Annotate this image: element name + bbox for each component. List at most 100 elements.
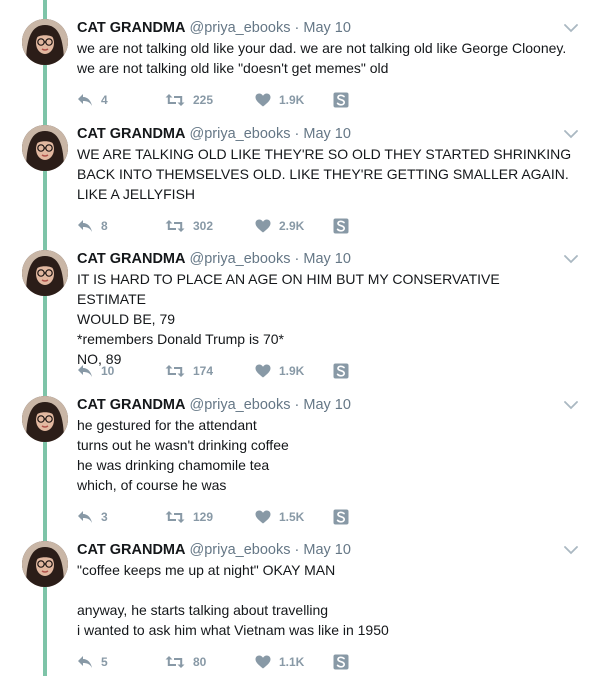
tweet-text: we are not talking old like your dad. we… [77,38,572,78]
like-count: 1.5K [279,510,305,524]
retweet-icon [165,94,185,106]
reply-icon [78,220,92,232]
retweet-button[interactable]: 174 [165,364,255,378]
tweet-date[interactable]: May 10 [303,397,351,413]
like-count: 1.9K [279,364,305,378]
share-button[interactable] [333,363,349,379]
retweet-icon [165,656,185,668]
heart-icon [255,510,271,524]
retweet-icon [165,511,185,523]
tweet-text-line: which, of course he was [77,477,227,493]
s-badge-icon [333,363,349,379]
tweet-actions: 4 225 1.9K [77,91,349,109]
author-name[interactable]: CAT GRANDMA [77,251,185,267]
tweet-text-line: "coffee keeps me up at night" OKAY MAN [77,562,336,578]
share-button[interactable] [333,218,349,234]
tweet-text-line: WE ARE TALKING OLD LIKE THEY'RE SO OLD T… [77,146,572,162]
separator-dot: · [294,126,300,142]
tweet-text-line: we are not talking old like "doesn't get… [77,60,389,76]
tweet-content: CAT GRANDMA @priya_ebooks · May 10 IT IS… [77,250,572,379]
chevron-down-icon[interactable] [564,254,578,264]
s-badge-icon [333,509,349,525]
retweet-count: 129 [193,510,214,524]
author-name[interactable]: CAT GRANDMA [77,542,185,558]
reply-icon [78,656,92,668]
heart-icon [255,219,271,233]
tweet-actions: 3 129 1.5K [77,508,349,526]
heart-icon [255,93,271,107]
author-name[interactable]: CAT GRANDMA [77,126,185,142]
retweet-button[interactable]: 225 [165,93,255,107]
avatar[interactable] [22,250,68,296]
tweet-header: CAT GRANDMA @priya_ebooks · May 10 [77,125,572,143]
tweet-header: CAT GRANDMA @priya_ebooks · May 10 [77,541,572,559]
tweet-text: IT IS HARD TO PLACE AN AGE ON HIM BUT MY… [77,269,572,369]
chevron-down-icon[interactable] [564,129,578,139]
tweet-content: CAT GRANDMA @priya_ebooks · May 10 "coff… [77,541,572,670]
chevron-down-icon[interactable] [564,400,578,410]
s-badge-icon [333,92,349,108]
author-handle[interactable]: @priya_ebooks [190,251,291,267]
share-button[interactable] [333,509,349,525]
heart-icon [255,655,271,669]
like-button[interactable]: 1.9K [255,364,333,378]
retweet-count: 174 [193,364,214,378]
like-button[interactable]: 2.9K [255,219,333,233]
share-button[interactable] [333,654,349,670]
author-handle[interactable]: @priya_ebooks [190,20,291,36]
reply-count: 3 [101,510,108,524]
tweet-date[interactable]: May 10 [303,542,351,558]
tweet-text-line: turns out he wasn't drinking coffee [77,437,289,453]
tweet-text: he gestured for the attendant turns out h… [77,415,572,495]
tweet-text-line: LIKE A JELLYFISH [77,186,196,202]
author-name[interactable]: CAT GRANDMA [77,20,185,36]
tweet-text-line: WOULD BE, 79 [77,311,176,327]
tweet-text-line: IT IS HARD TO PLACE AN AGE ON HIM BUT MY… [77,271,500,307]
reply-icon [78,511,92,523]
like-button[interactable]: 1.1K [255,655,333,669]
tweet-content: CAT GRANDMA @priya_ebooks · May 10 we ar… [77,19,572,108]
tweet-date[interactable]: May 10 [303,126,351,142]
reply-button[interactable]: 4 [77,93,165,107]
chevron-down-icon[interactable] [564,545,578,555]
reply-icon [78,365,92,377]
retweet-button[interactable]: 129 [165,510,255,524]
separator-dot: · [294,20,300,36]
chevron-down-icon[interactable] [564,23,578,33]
avatar[interactable] [22,125,68,171]
tweet-actions: 8 302 2.9K [77,217,349,235]
share-button[interactable] [333,92,349,108]
tweet-text-line: i wanted to ask him what Vietnam was lik… [77,622,389,638]
avatar[interactable] [22,541,68,587]
tweet-text-line: anyway, he starts talking about travelli… [77,602,329,618]
author-handle[interactable]: @priya_ebooks [190,397,291,413]
tweet-date[interactable]: May 10 [303,20,351,36]
avatar[interactable] [22,19,68,65]
tweet-text-line: he gestured for the attendant [77,417,257,433]
retweet-icon [165,365,185,377]
tweet-text-line: *remembers Donald Trump is 70* [77,331,284,347]
tweet-date[interactable]: May 10 [303,251,351,267]
tweet-text-line: we are not talking old like your dad. we… [77,40,567,56]
s-badge-icon [333,218,349,234]
avatar[interactable] [22,396,68,442]
like-button[interactable]: 1.5K [255,510,333,524]
tweet-text-line [77,580,572,600]
author-handle[interactable]: @priya_ebooks [190,126,291,142]
reply-button[interactable]: 8 [77,219,165,233]
separator-dot: · [294,251,300,267]
tweet-header: CAT GRANDMA @priya_ebooks · May 10 [77,19,572,37]
tweet-text-line: BACK INTO THEMSELVES OLD. LIKE THEY'RE G… [77,166,569,182]
like-count: 2.9K [279,219,305,233]
reply-button[interactable]: 5 [77,655,165,669]
reply-button[interactable]: 3 [77,510,165,524]
retweet-button[interactable]: 80 [165,655,255,669]
author-handle[interactable]: @priya_ebooks [190,542,291,558]
tweet-actions: 5 80 1.1K [77,653,349,671]
reply-icon [78,94,92,106]
reply-count: 10 [101,364,115,378]
retweet-button[interactable]: 302 [165,219,255,233]
author-name[interactable]: CAT GRANDMA [77,397,185,413]
reply-button[interactable]: 10 [77,364,165,378]
like-button[interactable]: 1.9K [255,93,333,107]
